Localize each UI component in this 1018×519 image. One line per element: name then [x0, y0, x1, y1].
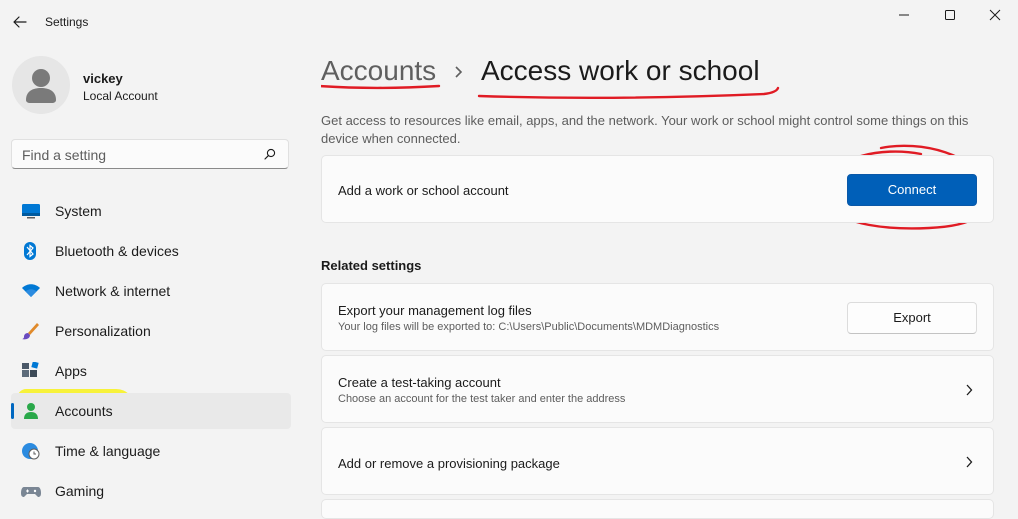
sidebar-item-label: Bluetooth & devices — [55, 243, 179, 259]
sidebar-item-apps[interactable]: Apps — [11, 353, 291, 389]
page-description: Get access to resources like email, apps… — [321, 113, 969, 146]
bluetooth-icon — [21, 242, 41, 260]
main-content: Accounts Access work or school Get acces… — [321, 0, 1001, 519]
sidebar-item-label: Network & internet — [55, 283, 171, 299]
gamepad-icon — [21, 482, 41, 500]
provisioning-package-card[interactable]: Add or remove a provisioning package — [321, 427, 994, 495]
globe-clock-icon — [21, 442, 41, 460]
sidebar-item-accounts[interactable]: Accounts — [11, 393, 291, 429]
accounts-icon — [21, 402, 41, 420]
connect-button[interactable]: Connect — [847, 174, 977, 206]
breadcrumb: Accounts Access work or school — [321, 55, 760, 87]
sidebar-item-label: Accounts — [55, 403, 113, 419]
sidebar-item-personalization[interactable]: Personalization — [11, 313, 291, 349]
sidebar-item-label: Gaming — [55, 483, 105, 499]
sidebar-item-time-language[interactable]: Time & language — [11, 433, 291, 469]
page-title: Access work or school — [481, 55, 760, 86]
system-icon — [21, 202, 41, 220]
sidebar-item-system[interactable]: System — [11, 193, 291, 229]
card-title: Add a work or school account — [338, 183, 509, 198]
chevron-right-icon — [966, 456, 973, 468]
search-input[interactable] — [12, 140, 264, 170]
user-profile[interactable]: vickey Local Account — [12, 56, 292, 116]
back-arrow-icon — [13, 16, 27, 28]
sidebar-nav: System Bluetooth & devices Network & int… — [11, 193, 291, 513]
user-name: vickey — [83, 71, 123, 86]
export-logs-card: Export your management log files Your lo… — [321, 283, 994, 351]
sidebar-item-network-internet[interactable]: Network & internet — [11, 273, 291, 309]
next-card-partial — [321, 499, 994, 519]
sidebar-item-bluetooth-devices[interactable]: Bluetooth & devices — [11, 233, 291, 269]
search-icon — [264, 148, 276, 160]
sidebar-item-label: Apps — [55, 363, 87, 379]
add-account-card: Add a work or school account Connect — [321, 155, 994, 223]
sidebar-item-label: Personalization — [55, 323, 151, 339]
active-indicator — [11, 403, 14, 419]
brush-icon — [21, 322, 41, 340]
card-subtitle: Your log files will be exported to: C:\U… — [338, 321, 720, 333]
sidebar-item-label: Time & language — [55, 443, 161, 459]
wifi-icon — [21, 282, 41, 300]
breadcrumb-parent[interactable]: Accounts — [321, 55, 436, 86]
sidebar-item-gaming[interactable]: Gaming — [11, 473, 291, 509]
chevron-right-icon — [455, 66, 463, 78]
person-icon — [26, 69, 56, 103]
card-subtitle: Choose an account for the test taker and… — [338, 393, 626, 405]
card-title: Export your management log files — [338, 303, 532, 318]
account-type: Local Account — [83, 89, 158, 103]
test-taking-account-card[interactable]: Create a test-taking account Choose an a… — [321, 355, 994, 423]
chevron-right-icon — [966, 384, 973, 396]
related-settings-heading: Related settings — [321, 258, 422, 273]
avatar — [12, 56, 70, 114]
sidebar-item-label: System — [55, 203, 102, 219]
card-title: Create a test-taking account — [338, 375, 501, 390]
export-button[interactable]: Export — [847, 302, 977, 334]
apps-icon — [21, 361, 41, 380]
back-button[interactable] — [10, 12, 30, 32]
app-title: Settings — [45, 15, 89, 29]
search-box[interactable] — [11, 139, 289, 170]
card-title: Add or remove a provisioning package — [338, 456, 560, 471]
